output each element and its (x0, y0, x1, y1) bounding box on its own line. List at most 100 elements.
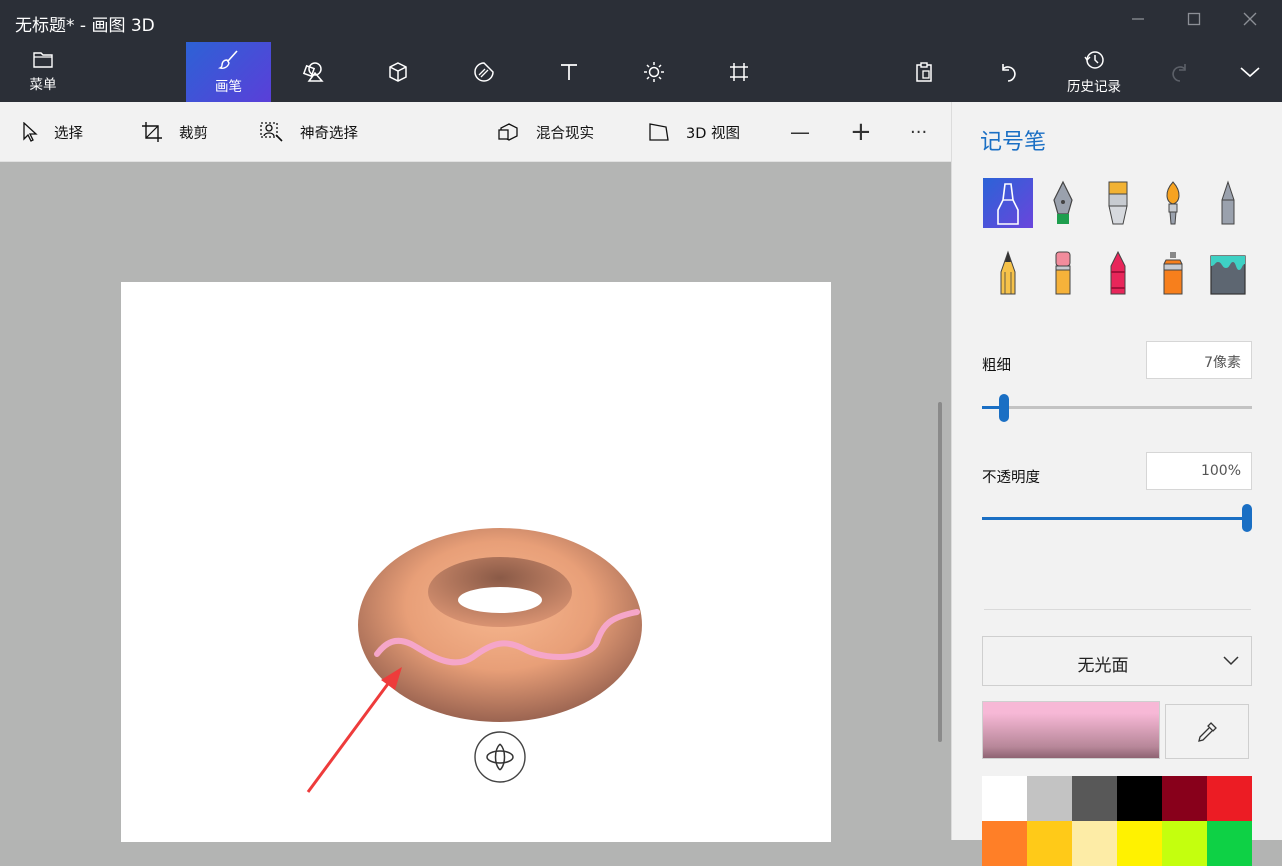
calligraphy-pen-icon (1053, 180, 1073, 224)
effects-icon (644, 62, 664, 82)
fill-bucket-icon (1210, 255, 1246, 295)
eraser-icon (1055, 251, 1071, 295)
palette-color[interactable] (1072, 821, 1117, 866)
menu-button[interactable]: 菜单 (12, 42, 74, 102)
palette-color[interactable] (982, 821, 1027, 866)
palette-color[interactable] (1162, 776, 1207, 821)
magic-select-label: 神奇选择 (300, 125, 358, 142)
redo-icon (1172, 64, 1186, 82)
canvas-area (0, 162, 951, 842)
magic-select-button[interactable]: 神奇选择 (260, 120, 358, 144)
palette-color[interactable] (1207, 776, 1252, 821)
window-title: 无标题* - 画图 3D (15, 16, 155, 36)
2d-shapes-icon (302, 62, 324, 82)
effects-button[interactable] (636, 42, 672, 102)
maximize-icon[interactable] (1183, 10, 1205, 32)
donut-scene (306, 528, 642, 793)
history-label: 历史记录 (1067, 79, 1121, 95)
palette-color[interactable] (1027, 821, 1072, 866)
canvas-button[interactable] (721, 42, 757, 102)
paste-button[interactable] (906, 42, 942, 102)
finish-dropdown[interactable]: 无光面 (982, 636, 1252, 686)
palette-color[interactable] (1117, 821, 1162, 866)
panel-divider (984, 609, 1251, 610)
eyedropper-button[interactable] (1165, 704, 1249, 759)
paste-icon (916, 62, 932, 82)
history-button[interactable]: 历史记录 (1056, 42, 1132, 102)
opacity-slider-thumb[interactable] (1242, 504, 1252, 532)
oil-brush-icon (1108, 181, 1128, 225)
crayon-brush[interactable] (1093, 248, 1143, 298)
crop-icon (142, 122, 162, 142)
eyedropper-icon (1198, 721, 1217, 742)
view-3d-label: 3D 视图 (686, 125, 740, 142)
3d-shapes-icon (389, 62, 407, 82)
opacity-input[interactable]: 100% (1146, 452, 1252, 490)
brushes-label: 画笔 (215, 79, 242, 95)
mixed-reality-button[interactable]: 混合现实 (498, 120, 594, 144)
select-label: 选择 (54, 125, 83, 142)
menu-label: 菜单 (29, 77, 57, 93)
folder-icon (33, 52, 53, 68)
thickness-label: 粗细 (982, 358, 1011, 374)
pencil-brush[interactable] (983, 248, 1033, 298)
brush-panel: 记号笔 粗细 7像素 不透明度 100% 无光面 (951, 102, 1282, 866)
brushes-button[interactable]: 画笔 (186, 42, 271, 102)
undo-button[interactable] (991, 42, 1027, 102)
mixed-reality-label: 混合现实 (536, 125, 594, 142)
title-bar: 无标题* - 画图 3D (0, 0, 1282, 42)
watercolor-brush[interactable] (1148, 178, 1198, 228)
fill-brush[interactable] (1203, 248, 1253, 298)
calligraphy-pen-brush[interactable] (1038, 178, 1088, 228)
secondary-toolbar: 选择 裁剪 神奇选择 混合现实 3D 视图 — + ··· (0, 102, 951, 162)
3d-shapes-button[interactable] (380, 42, 416, 102)
current-color-swatch[interactable] (982, 701, 1160, 759)
palette-color[interactable] (1207, 821, 1252, 866)
red-arrow (306, 676, 395, 793)
thickness-input[interactable]: 7像素 (1146, 341, 1252, 379)
more-button[interactable]: ··· (910, 120, 927, 144)
palette-color[interactable] (1117, 776, 1162, 821)
minimize-icon[interactable] (1127, 10, 1149, 32)
chevron-down-icon (1240, 67, 1260, 78)
palette-color[interactable] (1027, 776, 1072, 821)
finish-value: 无光面 (1077, 656, 1129, 676)
spraycan-icon (1163, 252, 1183, 295)
oil-brush[interactable] (1093, 178, 1143, 228)
palette-color[interactable] (1162, 821, 1207, 866)
magic-select-icon (260, 122, 283, 142)
thickness-slider-thumb[interactable] (998, 394, 1009, 422)
marker-icon (997, 183, 1019, 225)
text-button[interactable] (551, 42, 587, 102)
canvas-sheet[interactable] (121, 282, 831, 842)
palette-color[interactable] (1072, 776, 1117, 821)
opacity-label: 不透明度 (982, 470, 1040, 486)
pixel-pen-icon (1221, 180, 1235, 225)
stickers-button[interactable] (466, 42, 502, 102)
pixel-pen-brush[interactable] (1203, 178, 1253, 228)
marker-brush[interactable] (983, 178, 1033, 228)
vertical-scrollbar[interactable] (938, 402, 942, 742)
spraycan-brush[interactable] (1148, 248, 1198, 298)
2d-shapes-button[interactable] (296, 42, 332, 102)
palette-color[interactable] (982, 776, 1027, 821)
canvas-icon (730, 63, 748, 81)
brush-icon (217, 50, 238, 69)
eraser-brush[interactable] (1038, 248, 1088, 298)
view-3d-button[interactable]: 3D 视图 (648, 120, 740, 144)
close-icon[interactable] (1239, 10, 1261, 32)
rotate-3d-icon[interactable] (474, 731, 526, 783)
text-icon (561, 64, 577, 80)
crop-button[interactable]: 裁剪 (141, 120, 208, 144)
zoom-out-button[interactable]: — (790, 120, 810, 144)
history-icon (1084, 51, 1104, 69)
crayon-icon (1110, 250, 1126, 295)
expand-button[interactable] (1232, 42, 1268, 102)
view-3d-icon (649, 123, 669, 141)
zoom-in-button[interactable]: + (850, 117, 872, 147)
crop-label: 裁剪 (179, 125, 208, 142)
redo-button[interactable] (1161, 42, 1197, 102)
cursor-icon (23, 122, 38, 142)
select-button[interactable]: 选择 (22, 120, 83, 144)
panel-title: 记号笔 (980, 130, 1047, 155)
